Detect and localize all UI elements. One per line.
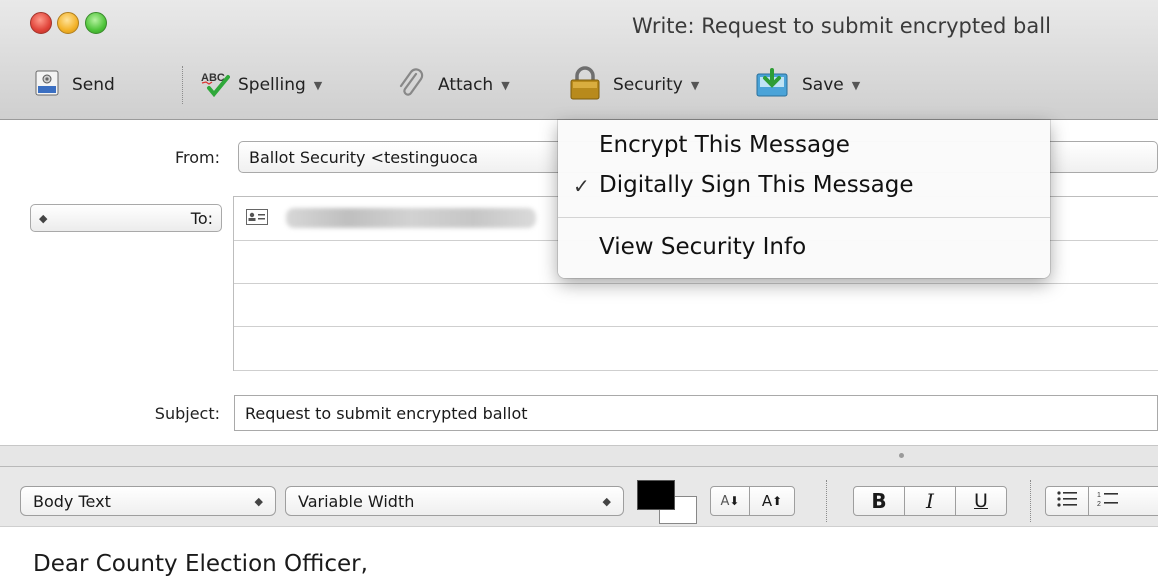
recipient-row-divider — [234, 370, 1158, 371]
minimize-window-button[interactable] — [57, 12, 79, 34]
from-value: Ballot Security <testinguoca — [249, 147, 479, 167]
send-icon — [34, 70, 60, 101]
message-body-text[interactable]: Dear County Election Officer, — [33, 551, 368, 577]
to-label: To: — [190, 208, 213, 228]
updown-arrows-icon: ◆ — [602, 494, 611, 508]
recipient-row-divider — [234, 283, 1158, 284]
security-label: Security — [613, 75, 683, 95]
close-window-button[interactable] — [30, 12, 52, 34]
send-label: Send — [72, 75, 115, 95]
updown-arrows-icon: ◆ — [254, 494, 263, 508]
font-select[interactable]: Variable Width ◆ — [285, 486, 624, 516]
menu-item-encrypt[interactable]: Encrypt This Message — [558, 132, 1091, 158]
menu-item-digitally-sign[interactable]: ✓ Digitally Sign This Message — [558, 172, 1050, 198]
smaller-a-glyph: A — [720, 493, 730, 509]
decrease-font-size-button[interactable]: A ⬇ — [710, 486, 750, 516]
menu-item-digitally-sign-label: Digitally Sign This Message — [599, 172, 914, 198]
paperclip-icon — [396, 67, 426, 103]
bulleted-list-icon — [1056, 490, 1078, 512]
svg-text:2: 2 — [1097, 501, 1101, 508]
toolbar-divider — [1030, 480, 1032, 522]
subject-value: Request to submit encrypted ballot — [245, 403, 528, 423]
save-button[interactable]: Save ▼ — [754, 67, 860, 103]
save-label: Save — [802, 75, 844, 95]
save-menu-arrow-icon[interactable]: ▼ — [852, 79, 860, 92]
lock-icon — [569, 65, 601, 105]
arrow-down-icon: ⬇ — [729, 494, 740, 508]
recipient-type-select[interactable]: ◆ To: — [30, 204, 222, 232]
text-color-swatch — [637, 480, 675, 510]
from-label: From: — [174, 148, 220, 167]
menu-item-view-security-info-label: View Security Info — [599, 234, 807, 260]
security-menu-arrow-icon[interactable]: ▼ — [691, 79, 699, 92]
security-button[interactable]: Security ▼ — [569, 65, 699, 100]
paragraph-style-value: Body Text — [33, 491, 111, 511]
arrow-up-icon: ⬆ — [772, 494, 783, 508]
checkmark-icon: ✓ — [573, 174, 590, 198]
spelling-button[interactable]: ABC Spelling ▼ — [200, 70, 322, 100]
bold-button[interactable]: B — [853, 486, 905, 516]
window-titlebar: Write: Request to submit encrypted ball … — [0, 0, 1158, 120]
updown-arrows-icon: ◆ — [39, 211, 48, 225]
attach-label: Attach — [438, 75, 494, 95]
increase-font-size-button[interactable]: A ⬆ — [749, 486, 795, 516]
spelling-label: Spelling — [238, 75, 306, 95]
menu-item-view-security-info[interactable]: View Security Info — [558, 234, 1091, 260]
send-button[interactable]: Send — [34, 70, 115, 100]
svg-text:1: 1 — [1097, 492, 1101, 499]
spelling-menu-arrow-icon[interactable]: ▼ — [314, 79, 322, 92]
spellcheck-icon: ABC — [200, 69, 230, 102]
save-download-icon — [754, 67, 790, 103]
zoom-window-button[interactable] — [85, 12, 107, 34]
italic-button[interactable]: I — [904, 486, 956, 516]
text-color-picker[interactable] — [637, 480, 697, 524]
subject-label: Subject: — [154, 404, 220, 423]
toolbar-divider — [182, 66, 184, 104]
underline-button[interactable]: U — [955, 486, 1007, 516]
attach-menu-arrow-icon[interactable]: ▼ — [501, 79, 509, 92]
numbered-list-button[interactable]: 1 2 — [1088, 486, 1158, 516]
toolbar-divider — [826, 480, 828, 522]
window-title: Write: Request to submit encrypted ball — [632, 14, 1051, 38]
contact-card-icon — [246, 209, 268, 229]
numbered-list-icon: 1 2 — [1097, 490, 1119, 512]
menu-separator — [558, 217, 1050, 218]
bulleted-list-button[interactable] — [1045, 486, 1089, 516]
recipient-address-redacted — [286, 208, 536, 228]
recipient-row-divider — [234, 326, 1158, 327]
font-value: Variable Width — [298, 491, 415, 511]
menu-item-encrypt-label: Encrypt This Message — [599, 132, 850, 158]
security-dropdown-menu: Encrypt This Message ✓ Digitally Sign Th… — [558, 120, 1050, 278]
paragraph-style-select[interactable]: Body Text ◆ — [20, 486, 276, 516]
splitter-grip-icon — [899, 453, 904, 458]
subject-input[interactable]: Request to submit encrypted ballot — [234, 395, 1158, 431]
attach-button[interactable]: Attach ▼ — [396, 67, 510, 103]
pane-splitter[interactable] — [0, 445, 1158, 467]
larger-a-glyph: A — [761, 492, 773, 510]
